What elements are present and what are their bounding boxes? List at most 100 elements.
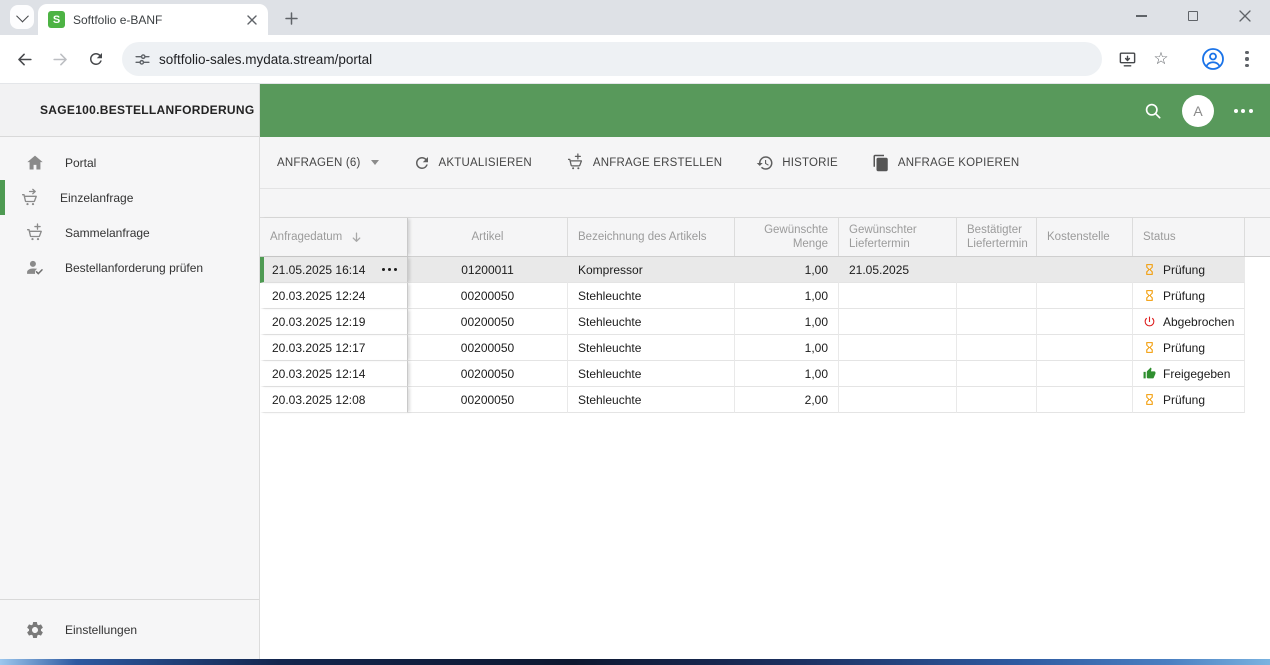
sidebar-nav: Portal Einzelanfrage Sammelanfrage Beste… bbox=[0, 137, 259, 285]
sidebar-item-einstellungen[interactable]: Einstellungen bbox=[0, 612, 259, 647]
table-row[interactable]: 20.03.2025 12:14 00200050 Stehleuchte 1,… bbox=[260, 361, 1270, 387]
back-button[interactable] bbox=[8, 43, 40, 75]
browser-tab[interactable]: S Softfolio e-BANF bbox=[38, 4, 268, 35]
window-controls bbox=[1130, 0, 1262, 32]
tab-close-icon[interactable] bbox=[243, 11, 260, 28]
column-label: Anfragedatum bbox=[270, 230, 342, 244]
column-header-anfragedatum[interactable]: Anfragedatum bbox=[260, 218, 408, 256]
column-header-artikel[interactable]: Artikel bbox=[408, 218, 568, 256]
cell-bestaetigter-liefertermin bbox=[957, 257, 1037, 283]
sidebar-item-label: Sammelanfrage bbox=[65, 226, 150, 240]
browser-menu-icon[interactable] bbox=[1232, 44, 1262, 74]
action-toolbar: ANFRAGEN (6) AKTUALISIEREN ANFRAGE ERSTE… bbox=[260, 137, 1270, 189]
window-maximize-button[interactable] bbox=[1182, 5, 1204, 27]
cell-bestaetigter-liefertermin bbox=[957, 361, 1037, 387]
table-row[interactable]: 20.03.2025 12:19 00200050 Stehleuchte 1,… bbox=[260, 309, 1270, 335]
copy-icon bbox=[872, 154, 890, 172]
status-icon bbox=[1143, 315, 1156, 328]
anfragen-label: ANFRAGEN (6) bbox=[277, 157, 361, 169]
cell-status: Prüfung bbox=[1133, 257, 1245, 283]
url-text[interactable]: softfolio-sales.mydata.stream/portal bbox=[159, 52, 372, 67]
tab-search-button[interactable] bbox=[10, 5, 34, 29]
cell-artikel: 00200050 bbox=[408, 335, 568, 361]
url-bar[interactable]: softfolio-sales.mydata.stream/portal bbox=[122, 42, 1102, 76]
sidebar-item-sammelanfrage[interactable]: Sammelanfrage bbox=[0, 215, 259, 250]
browser-toolbar: softfolio-sales.mydata.stream/portal ☆ bbox=[0, 35, 1270, 84]
cell-artikel: 00200050 bbox=[408, 361, 568, 387]
cell-status: Prüfung bbox=[1133, 335, 1245, 361]
cell-artikel: 00200050 bbox=[408, 283, 568, 309]
window-close-button[interactable] bbox=[1234, 5, 1256, 27]
column-header-bezeichnung[interactable]: Bezeichnung des Artikels bbox=[568, 218, 735, 256]
anfrage-kopieren-button[interactable]: ANFRAGE KOPIEREN bbox=[872, 154, 1019, 172]
sidebar-item-label: Einstellungen bbox=[65, 623, 137, 637]
cell-bestaetigter-liefertermin bbox=[957, 283, 1037, 309]
app-root: SAGE100.BESTELLANFORDERUNG Portal Einzel… bbox=[0, 84, 1270, 659]
cell-anfragedatum: 20.03.2025 12:24 bbox=[260, 283, 408, 309]
sort-desc-icon bbox=[350, 231, 363, 244]
column-header-gewuenschter-liefertermin[interactable]: Gewünschter Liefertermin bbox=[839, 218, 957, 256]
cell-anfragedatum: 20.03.2025 12:14 bbox=[260, 361, 408, 387]
sidebar-item-einzelanfrage[interactable]: Einzelanfrage bbox=[0, 180, 259, 215]
new-tab-button[interactable] bbox=[278, 5, 304, 31]
status-icon bbox=[1143, 289, 1156, 302]
sidebar-spacer bbox=[0, 285, 259, 599]
site-settings-icon[interactable] bbox=[134, 51, 151, 68]
cell-anfragedatum: 20.03.2025 12:08 bbox=[260, 387, 408, 413]
browser-tab-bar: S Softfolio e-BANF bbox=[0, 0, 1270, 35]
table-body: 21.05.2025 16:14 01200011 Kompressor 1,0… bbox=[260, 257, 1270, 413]
softfolio-favicon-icon: S bbox=[48, 11, 65, 28]
table-row[interactable]: 21.05.2025 16:14 01200011 Kompressor 1,0… bbox=[260, 257, 1270, 283]
cell-bestaetigter-liefertermin bbox=[957, 309, 1037, 335]
app-header: A bbox=[260, 84, 1270, 137]
bookmark-star-icon[interactable]: ☆ bbox=[1146, 44, 1176, 74]
browser-profile-icon[interactable] bbox=[1198, 44, 1228, 74]
cell-bezeichnung: Stehleuchte bbox=[568, 335, 735, 361]
cell-anfragedatum: 20.03.2025 12:19 bbox=[260, 309, 408, 335]
reload-button[interactable] bbox=[80, 43, 112, 75]
cell-kostenstelle bbox=[1037, 257, 1133, 283]
sidebar-item-portal[interactable]: Portal bbox=[0, 145, 259, 180]
user-avatar[interactable]: A bbox=[1182, 95, 1214, 127]
forward-button[interactable] bbox=[44, 43, 76, 75]
column-header-kostenstelle[interactable]: Kostenstelle bbox=[1037, 218, 1133, 256]
status-icon bbox=[1143, 393, 1156, 406]
historie-label: HISTORIE bbox=[782, 157, 838, 169]
main-area: A ANFRAGEN (6) AKTUALISIEREN bbox=[260, 84, 1270, 659]
header-overflow-menu-icon[interactable] bbox=[1228, 96, 1258, 126]
search-icon[interactable] bbox=[1138, 96, 1168, 126]
window-minimize-button[interactable] bbox=[1130, 5, 1152, 27]
column-header-status[interactable]: Status bbox=[1133, 218, 1245, 256]
thumbs-up-icon bbox=[1143, 367, 1156, 380]
cell-status: Abgebrochen bbox=[1133, 309, 1245, 335]
chevron-down-icon bbox=[371, 160, 379, 165]
table-row[interactable]: 20.03.2025 12:24 00200050 Stehleuchte 1,… bbox=[260, 283, 1270, 309]
anfragen-dropdown[interactable]: ANFRAGEN (6) bbox=[277, 157, 379, 169]
cell-kostenstelle bbox=[1037, 283, 1133, 309]
column-header-bestaetigter-liefertermin[interactable]: Bestätigter Liefertermin bbox=[957, 218, 1037, 256]
column-header-gewuenschte-menge[interactable]: Gewünschte Menge bbox=[735, 218, 839, 256]
table-row[interactable]: 20.03.2025 12:08 00200050 Stehleuchte 2,… bbox=[260, 387, 1270, 413]
sidebar-item-bestellanforderung-pruefen[interactable]: Bestellanforderung prüfen bbox=[0, 250, 259, 285]
anfrage-erstellen-button[interactable]: ANFRAGE ERSTELLEN bbox=[566, 153, 722, 172]
sidebar-item-label: Portal bbox=[65, 156, 96, 170]
sidebar: SAGE100.BESTELLANFORDERUNG Portal Einzel… bbox=[0, 84, 260, 659]
status-icon bbox=[1143, 341, 1156, 354]
cell-bezeichnung: Kompressor bbox=[568, 257, 735, 283]
cell-bezeichnung: Stehleuchte bbox=[568, 361, 735, 387]
cell-kostenstelle bbox=[1037, 309, 1133, 335]
gear-icon bbox=[25, 620, 45, 640]
cell-kostenstelle bbox=[1037, 361, 1133, 387]
table-row[interactable]: 20.03.2025 12:17 00200050 Stehleuchte 1,… bbox=[260, 335, 1270, 361]
cart-arrow-icon bbox=[20, 188, 40, 208]
cell-gewuenschte-menge: 1,00 bbox=[735, 361, 839, 387]
column-label: Status bbox=[1143, 230, 1176, 244]
cell-gewuenschter-liefertermin: 21.05.2025 bbox=[839, 257, 957, 283]
cell-bestaetigter-liefertermin bbox=[957, 335, 1037, 361]
cart-plus-icon bbox=[25, 223, 45, 243]
column-label: Gewünschte Menge bbox=[756, 223, 828, 252]
install-app-icon[interactable] bbox=[1112, 44, 1142, 74]
historie-button[interactable]: HISTORIE bbox=[756, 154, 838, 172]
row-actions-menu-icon[interactable] bbox=[376, 268, 397, 271]
aktualisieren-button[interactable]: AKTUALISIEREN bbox=[413, 154, 532, 172]
